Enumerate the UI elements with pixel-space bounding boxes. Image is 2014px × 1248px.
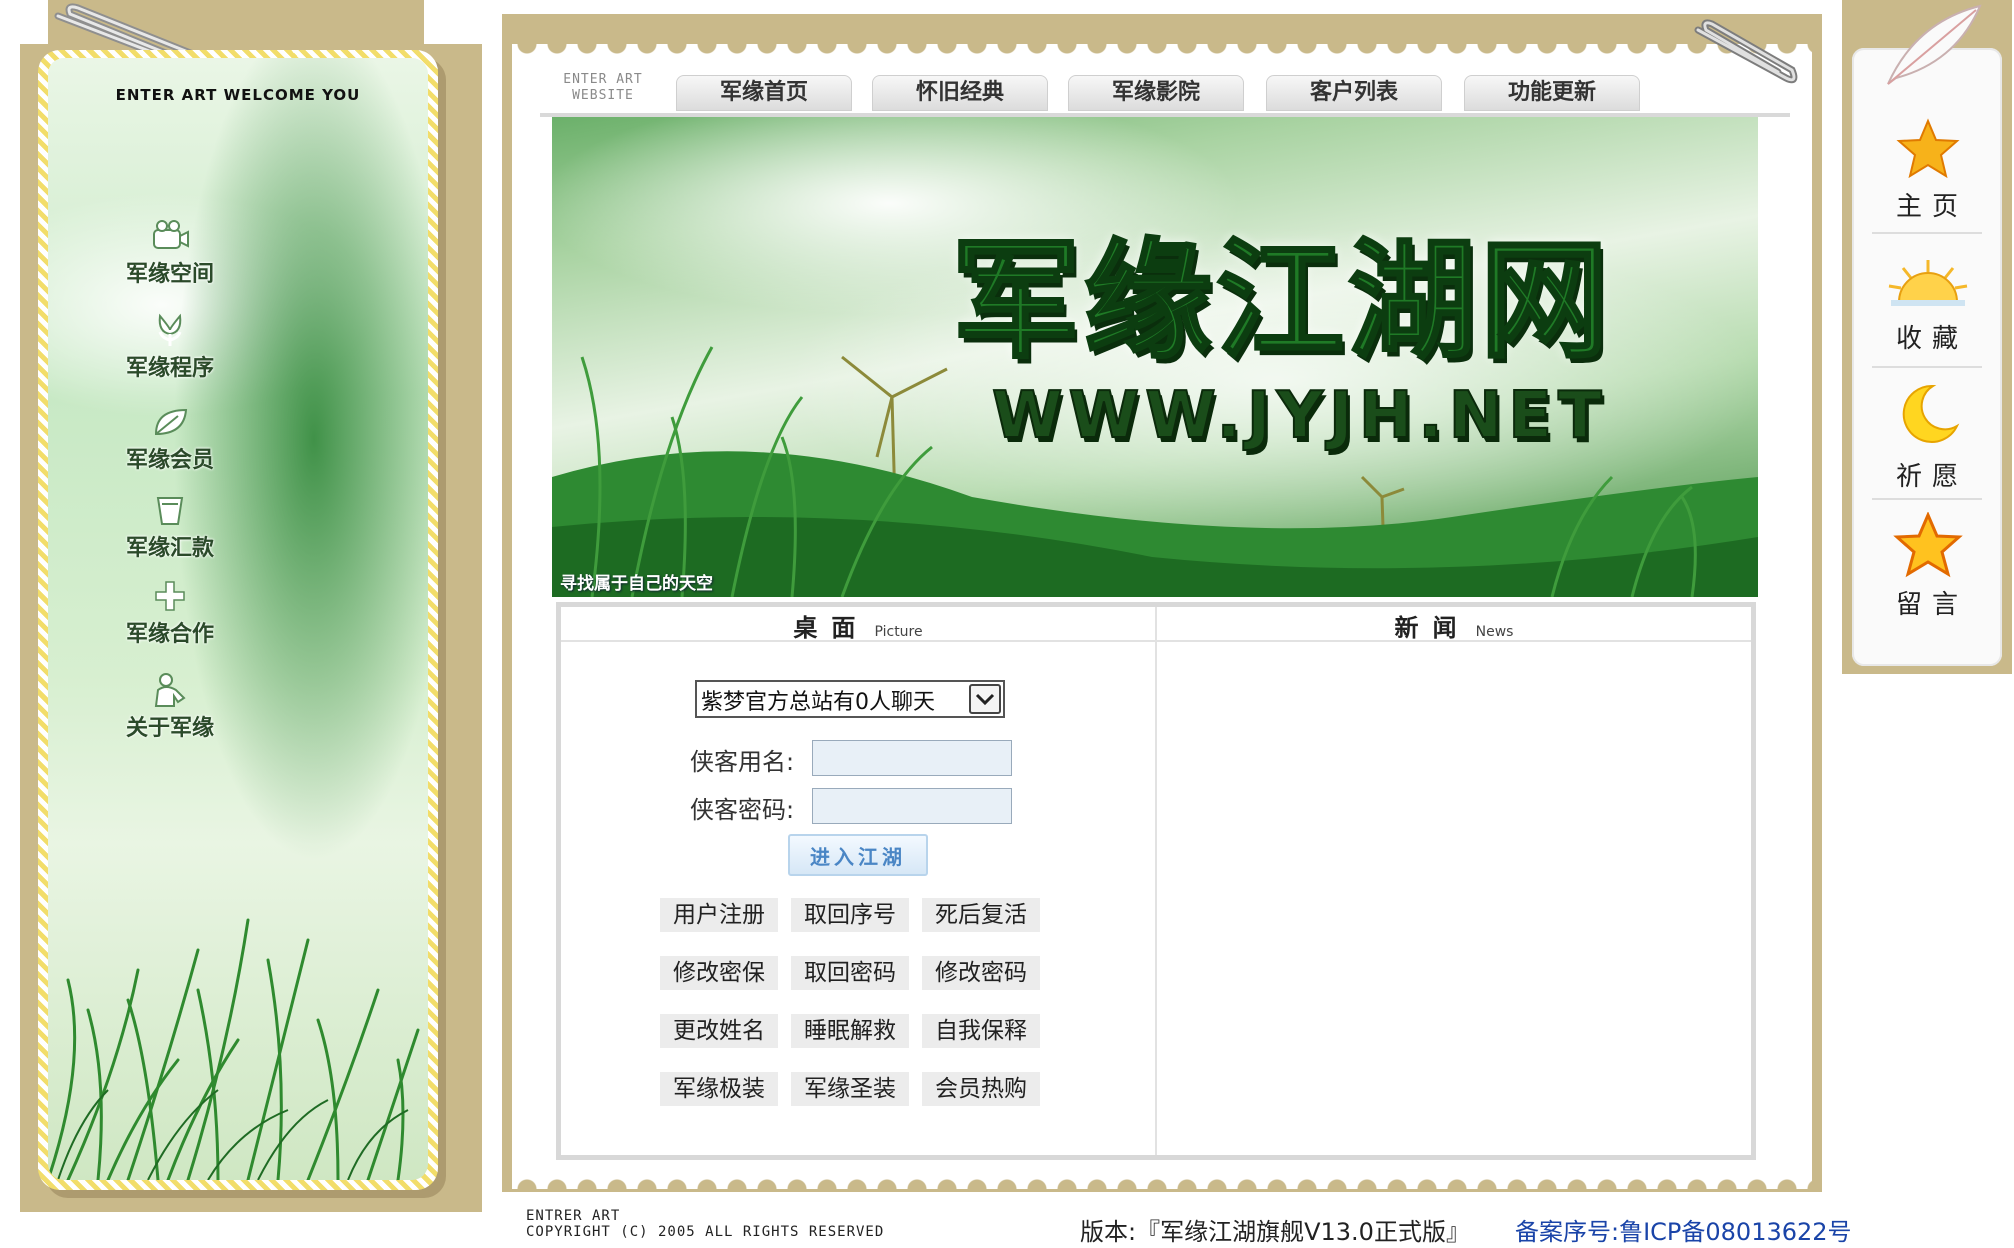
right-nav-message[interactable]: 留言 xyxy=(1866,511,1990,621)
sleep-rescue-button[interactable]: 睡眠解救 xyxy=(791,1014,909,1048)
logo-line: ENTER ART xyxy=(563,72,643,87)
server-select-value: 紫梦官方总站有0人聊天 xyxy=(701,690,935,715)
right-nav-label: 主页 xyxy=(1895,192,1968,222)
rename-button[interactable]: 更改姓名 xyxy=(660,1014,778,1048)
left-nav-item-program[interactable]: 军缘程序 xyxy=(100,312,240,382)
change-security-button[interactable]: 修改密保 xyxy=(660,956,778,990)
banner: 军缘江湖网 WWW.JYJH.NET 寻找属于自己的天空 xyxy=(552,117,1758,597)
leaf-icon xyxy=(154,408,188,436)
self-bail-button[interactable]: 自我保释 xyxy=(922,1014,1040,1048)
left-nav-item-member[interactable]: 军缘会员 xyxy=(100,404,240,474)
feather-icon xyxy=(1887,4,1982,85)
grass-illustration xyxy=(48,918,420,1180)
password-label: 侠客密码: xyxy=(690,796,795,824)
camera-icon xyxy=(153,220,189,249)
right-nav-home[interactable]: 主页 xyxy=(1866,118,1990,223)
retrieve-password-button[interactable]: 取回密码 xyxy=(791,956,909,990)
banner-url: WWW.JYJH.NET xyxy=(991,378,1608,454)
right-nav-divider xyxy=(1872,232,1982,234)
footer-copyright-line: ENTRER ART xyxy=(526,1208,621,1224)
tab-clients[interactable]: 客户列表 xyxy=(1266,75,1442,111)
revive-button[interactable]: 死后复活 xyxy=(922,898,1040,932)
left-nav-label: 军缘空间 xyxy=(125,262,214,287)
register-button[interactable]: 用户注册 xyxy=(660,898,778,932)
panel-title-cn: 桌面 xyxy=(793,614,870,642)
bucket-icon xyxy=(156,497,184,525)
password-input[interactable] xyxy=(812,788,1012,824)
enter-jianghu-button[interactable]: 进入江湖 xyxy=(788,834,928,876)
panel-header-news: 新闻 News xyxy=(1157,608,1751,642)
panel-title-en: Picture xyxy=(874,624,923,640)
right-nav-label: 留言 xyxy=(1895,590,1968,620)
left-nav-item-cooperate[interactable]: 军缘合作 xyxy=(100,578,240,648)
right-nav-favorite[interactable]: 收藏 xyxy=(1866,256,1990,355)
tab-classics[interactable]: 怀旧经典 xyxy=(872,75,1048,111)
enter-art-logo: ENTER ART WEBSITE xyxy=(548,72,658,104)
star-icon xyxy=(1896,118,1960,179)
footer-copyright: ENTRER ART COPYRIGHT (C) 2005 ALL RIGHTS… xyxy=(526,1208,884,1240)
panel-header-picture: 桌面 Picture xyxy=(561,608,1155,642)
tab-cinema[interactable]: 军缘影院 xyxy=(1068,75,1244,111)
stamp-right-edge xyxy=(1800,44,1822,1189)
retrieve-serial-button[interactable]: 取回序号 xyxy=(791,898,909,932)
column-divider xyxy=(1155,607,1157,1155)
left-nav-label: 军缘合作 xyxy=(125,622,214,647)
username-label: 侠客用名: xyxy=(690,748,795,776)
plus-icon xyxy=(155,581,185,611)
left-nav-label: 军缘汇款 xyxy=(125,536,214,561)
tab-updates[interactable]: 功能更新 xyxy=(1464,75,1640,111)
banner-caption: 寻找属于自己的天空 xyxy=(560,574,713,594)
left-nav-label: 军缘会员 xyxy=(125,448,214,473)
footer-icp-link[interactable]: 备案序号:鲁ICP备08013622号 xyxy=(1515,1212,1852,1247)
right-nav-label: 祈愿 xyxy=(1895,462,1968,492)
moon-icon xyxy=(1902,384,1960,443)
stamp-left-edge xyxy=(502,44,524,1189)
right-nav-wish[interactable]: 祈愿 xyxy=(1866,380,1990,493)
left-nav-label: 军缘程序 xyxy=(125,356,214,381)
paperclip-icon xyxy=(1694,19,1798,84)
sun-icon xyxy=(1888,260,1968,306)
chevron-down-icon xyxy=(969,684,1001,714)
right-nav-label: 收藏 xyxy=(1895,324,1968,354)
footer-version: 版本:『军缘江湖旗舰V13.0正式版』 xyxy=(1080,1218,1470,1246)
member-shop-button[interactable]: 会员热购 xyxy=(922,1072,1040,1106)
panel-title-cn: 新闻 xyxy=(1394,614,1471,642)
tulip-icon xyxy=(158,313,182,346)
left-nav-label: 关于军缘 xyxy=(125,716,214,741)
left-nav-item-space[interactable]: 军缘空间 xyxy=(100,218,240,288)
footer-copyright-line: COPYRIGHT (C) 2005 ALL RIGHTS RESERVED xyxy=(526,1224,885,1240)
right-nav-divider xyxy=(1872,498,1982,500)
banner-title: 军缘江湖网 xyxy=(950,226,1613,378)
right-nav-divider xyxy=(1872,366,1982,368)
left-nav-item-remit[interactable]: 军缘汇款 xyxy=(100,492,240,562)
tab-home[interactable]: 军缘首页 xyxy=(676,75,852,111)
change-password-button[interactable]: 修改密码 xyxy=(922,956,1040,990)
holy-gear-button[interactable]: 军缘圣装 xyxy=(791,1072,909,1106)
logo-line: WEBSITE xyxy=(572,88,634,103)
left-nav-item-about[interactable]: 关于军缘 xyxy=(100,672,240,742)
panel-title-en: News xyxy=(1475,624,1514,640)
ultimate-gear-button[interactable]: 军缘极装 xyxy=(660,1072,778,1106)
welcome-text: ENTER ART WELCOME YOU xyxy=(115,86,361,104)
username-input[interactable] xyxy=(812,740,1012,776)
server-select[interactable]: 紫梦官方总站有0人聊天 xyxy=(695,680,1005,718)
person-icon xyxy=(154,673,186,707)
star-icon xyxy=(1893,511,1963,578)
